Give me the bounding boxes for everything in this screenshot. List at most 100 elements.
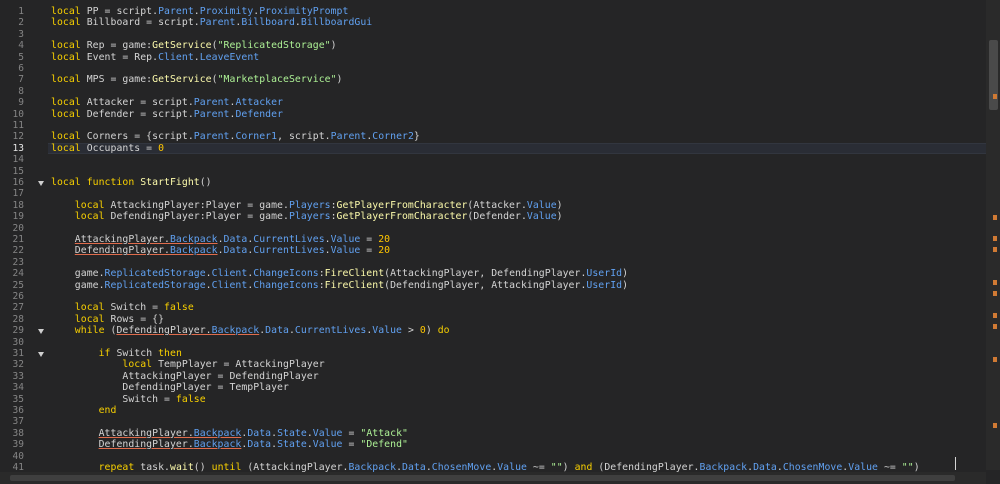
code-token: Parent [199, 17, 236, 29]
code-line[interactable]: game.ReplicatedStorage.Client.ChangeIcon… [51, 268, 628, 279]
code-token: Rows = {} [104, 313, 165, 325]
scrollbar-marker [993, 423, 997, 429]
horizontal-scrollbar[interactable] [0, 472, 986, 484]
code-line[interactable]: local Occupants = 0 [51, 143, 164, 154]
code-line[interactable]: local MPS = game:GetService("Marketplace… [51, 74, 343, 85]
line-number: 9 [18, 97, 24, 109]
code-token: if [98, 348, 111, 359]
code-token: false [175, 393, 206, 405]
line-number: 30 [12, 336, 24, 348]
code-editor[interactable]: 1 2 3 4 5 6 7 8 9 10 11 12 13 14 15 16 17 18 19 20 21 22 23 24 2… [0, 0, 1000, 484]
code-line[interactable]: if Switch then [51, 348, 182, 359]
code-token: Value [312, 439, 343, 451]
code-token: FireClient [324, 279, 385, 291]
code-line[interactable]: game.ReplicatedStorage.Client.ChangeIcon… [51, 280, 628, 291]
code-line[interactable]: AttackingPlayer = DefendingPlayer [51, 371, 319, 382]
line-number: 11 [12, 120, 24, 131]
line-number-gutter: 1 2 3 4 5 6 7 8 9 10 11 12 13 14 15 16 17 18 19 20 21 22 23 24 2… [0, 0, 36, 484]
code-token: Parent [193, 97, 230, 109]
code-line[interactable]: local Event = Rep.Client.LeaveEvent [51, 52, 259, 63]
line-number: 5 [18, 51, 24, 63]
code-token: StartFight [140, 177, 200, 188]
code-line[interactable]: DefendingPlayer.Backpack.Data.CurrentLiv… [51, 245, 390, 256]
code-line[interactable]: local Defender = script.Parent.Defender [51, 109, 283, 120]
code-area[interactable]: local PP = script.Parent.Proximity.Proxi… [51, 0, 986, 484]
code-token: do [437, 325, 450, 337]
code-line[interactable]: local AttackingPlayer:Player = game.Play… [51, 200, 563, 211]
code-line[interactable]: local function StartFight() [51, 177, 212, 188]
code-token: Backpack [193, 439, 242, 451]
code-token: = [360, 245, 379, 257]
line-number: 37 [12, 416, 24, 428]
code-line[interactable]: local Billboard = script.Parent.Billboar… [51, 17, 372, 28]
code-line[interactable]: DefendingPlayer.Backpack.Data.State.Valu… [51, 439, 408, 450]
code-token: local [51, 51, 81, 63]
code-token: Parent [330, 131, 367, 143]
code-line[interactable]: Switch = false [51, 394, 206, 405]
code-token: end [98, 405, 117, 416]
code-token: PP = script. [80, 6, 159, 17]
code-token: AttackingPlayer. [98, 427, 194, 439]
line-number: 13 [12, 142, 24, 154]
code-token: (Attacker. [467, 199, 527, 211]
line-number: 8 [18, 85, 24, 97]
fold-column[interactable] [36, 0, 48, 484]
fold-arrow-icon[interactable] [38, 180, 44, 186]
code-line[interactable]: while (DefendingPlayer.Backpack.Data.Cur… [51, 325, 450, 336]
code-token: 20 [378, 245, 391, 257]
line-number: 19 [12, 211, 24, 223]
vertical-scrollbar-thumb[interactable] [989, 40, 998, 110]
code-token: GetPlayerFromCharacter [336, 199, 468, 211]
code-line[interactable]: local Switch = false [51, 302, 194, 313]
code-token: "Defend" [360, 439, 408, 451]
code-token: Attacker = script. [80, 97, 194, 109]
code-token: DefendingPlayer = TempPlayer [51, 382, 289, 394]
code-token: Data [265, 325, 289, 337]
line-number: 36 [12, 405, 24, 416]
code-token: Players [288, 211, 331, 223]
code-line[interactable]: local DefendingPlayer:Player = game.Play… [51, 211, 563, 222]
code-line[interactable]: local PP = script.Parent.Proximity.Proxi… [51, 6, 348, 17]
code-token: Corners = {script. [80, 131, 194, 143]
code-line[interactable]: local Rep = game:GetService("ReplicatedS… [51, 40, 337, 51]
code-token: local [51, 40, 81, 52]
line-number: 15 [12, 165, 24, 177]
line-number: 17 [12, 188, 24, 200]
code-line[interactable]: end [51, 405, 117, 416]
fold-arrow-icon[interactable] [38, 328, 44, 334]
code-token: ChangeIcons [253, 268, 319, 280]
code-token: ) [622, 268, 629, 280]
code-token: (AttackingPlayer, DefendingPlayer. [384, 268, 587, 280]
code-token: AttackingPlayer. [74, 234, 170, 245]
line-number: 38 [12, 427, 24, 439]
code-token: ) [336, 74, 343, 86]
code-token: 20 [378, 234, 391, 245]
code-token: Occupants = [80, 142, 159, 154]
code-token: Switch [110, 348, 159, 359]
code-line[interactable]: AttackingPlayer.Backpack.Data.State.Valu… [51, 428, 408, 439]
code-line[interactable]: AttackingPlayer.Backpack.Data.CurrentLiv… [51, 234, 390, 245]
fold-arrow-icon[interactable] [38, 351, 44, 357]
code-token: local [51, 131, 81, 143]
code-token: } [413, 131, 420, 143]
line-number: 26 [12, 291, 24, 302]
code-token: LeaveEvent [199, 51, 260, 63]
vertical-scrollbar[interactable] [986, 0, 1000, 470]
code-line[interactable]: local Rows = {} [51, 314, 164, 325]
line-number: 28 [12, 313, 24, 325]
code-token: State [277, 439, 307, 451]
code-token: "ReplicatedStorage" [217, 40, 331, 52]
code-line[interactable]: local Attacker = script.Parent.Attacker [51, 97, 283, 108]
code-token: local [74, 211, 105, 223]
code-token: Switch = [51, 393, 176, 405]
code-line[interactable]: local TempPlayer = AttackingPlayer [51, 359, 325, 370]
code-line[interactable]: local Corners = {script.Parent.Corner1, … [51, 131, 420, 142]
code-line[interactable]: DefendingPlayer = TempPlayer [51, 382, 289, 393]
code-token: Attacker [235, 97, 284, 109]
code-token: > [402, 325, 420, 337]
horizontal-scrollbar-thumb[interactable] [10, 475, 955, 481]
code-token: Client [211, 268, 248, 280]
line-number: 12 [12, 131, 24, 143]
